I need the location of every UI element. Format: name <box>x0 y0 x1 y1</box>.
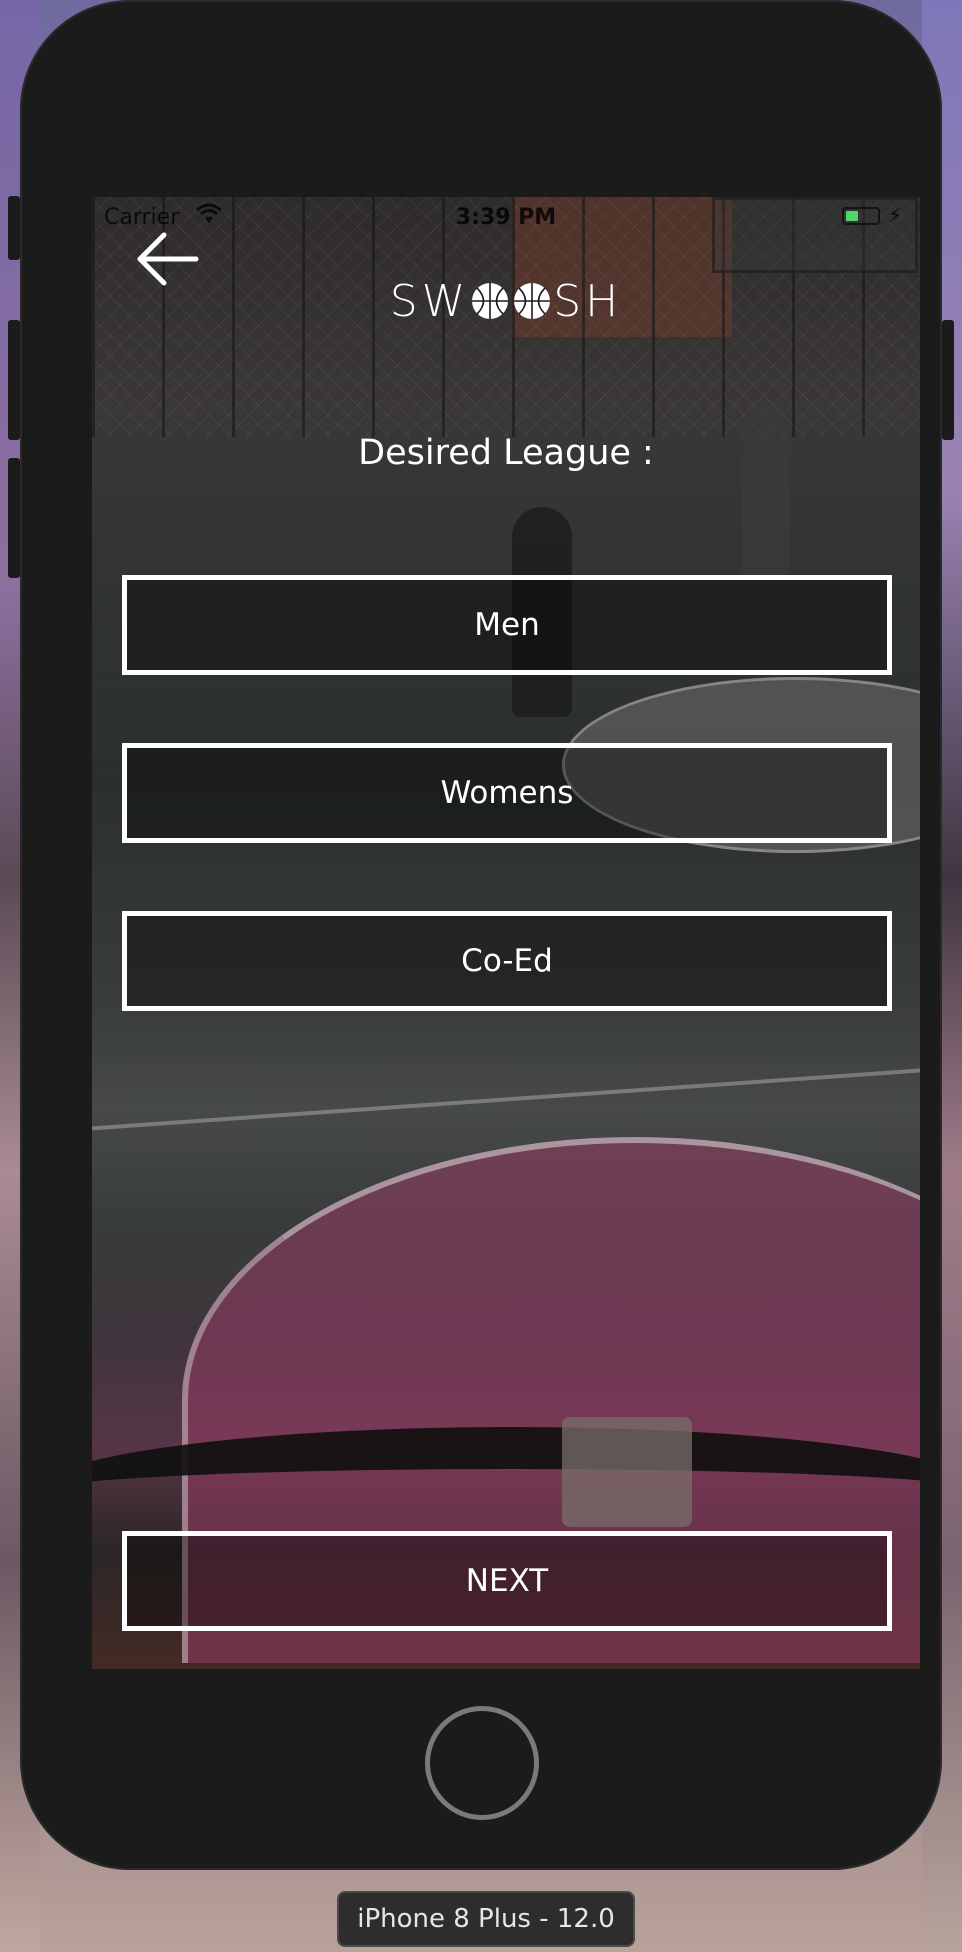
app-screen: Carrier 3:39 PM ⚡ SW SH Desired League:… <box>92 197 920 1669</box>
background-net <box>562 1417 692 1527</box>
league-coed-button[interactable]: Co-Ed <box>122 911 892 1011</box>
status-bar: Carrier 3:39 PM ⚡ <box>92 197 920 237</box>
simulator-device-label: iPhone 8 Plus - 12.0 <box>337 1891 635 1947</box>
logo-text-right: SH <box>553 275 623 327</box>
app-logo: SW SH <box>92 273 920 329</box>
logo-text-left: SW <box>389 275 470 327</box>
background-court-line <box>92 1064 920 1134</box>
basketball-icon <box>514 283 551 319</box>
status-time: 3:39 PM <box>455 205 557 230</box>
power-button <box>942 320 954 440</box>
phone-frame: Carrier 3:39 PM ⚡ SW SH Desired League:… <box>8 0 954 1870</box>
battery-icon <box>842 207 880 225</box>
volume-up-button <box>8 320 20 440</box>
battery-level <box>846 211 858 221</box>
league-men-button[interactable]: Men <box>122 575 892 675</box>
home-button[interactable] <box>425 1706 539 1820</box>
volume-down-button <box>8 458 20 578</box>
charging-bolt-icon: ⚡ <box>888 203 903 227</box>
mute-switch <box>8 196 20 260</box>
league-womens-button[interactable]: Womens <box>122 743 892 843</box>
page-title: Desired League : <box>358 433 654 473</box>
next-button[interactable]: NEXT <box>122 1531 892 1631</box>
basketball-icon <box>472 283 509 319</box>
